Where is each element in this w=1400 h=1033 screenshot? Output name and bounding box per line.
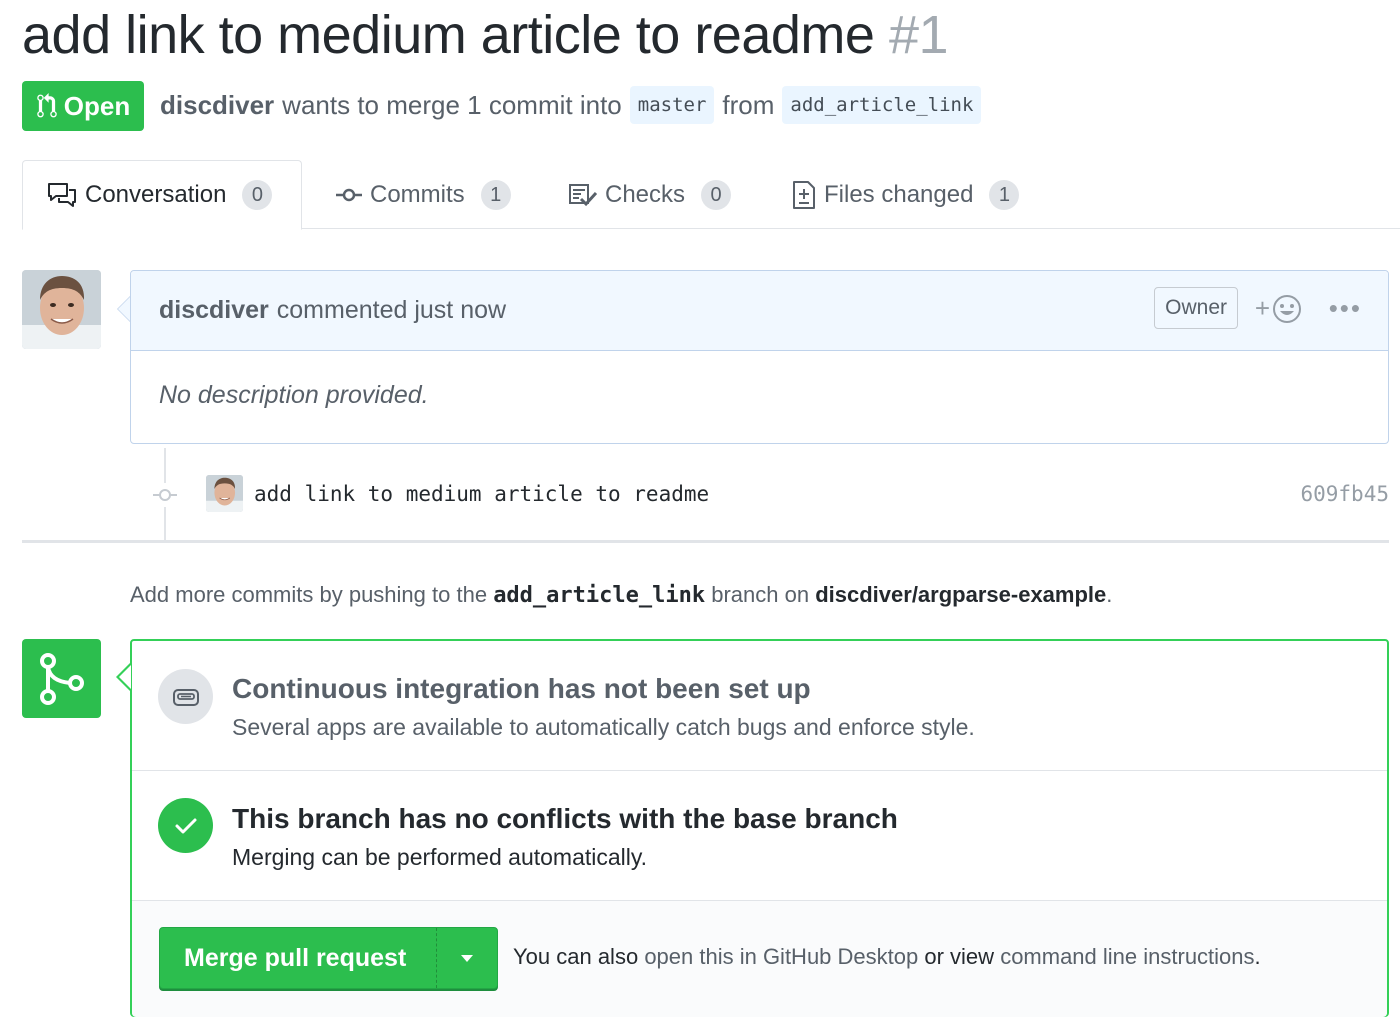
diff-icon (793, 181, 815, 209)
ci-section: Continuous integration has not been set … (132, 641, 1387, 771)
push-hint-suffix: . (1106, 582, 1113, 607)
comment-body: No description provided. (159, 381, 429, 409)
pr-from-text: from (722, 89, 775, 120)
merge-box: Continuous integration has not been set … (130, 639, 1389, 1017)
comment-header: discdiver commented just now Owner + ••• (131, 271, 1388, 351)
avatar-image (206, 475, 243, 512)
timeline-divider (22, 540, 1389, 543)
merge-alt-prefix: You can also (513, 944, 639, 969)
merge-alternatives: You can also open this in GitHub Desktop… (513, 944, 1261, 970)
open-in-desktop-link[interactable]: open this in GitHub Desktop (644, 944, 918, 969)
base-branch[interactable]: master (629, 86, 715, 124)
conflict-subtitle: Merging can be performed automatically. (232, 844, 648, 870)
push-hint-branch: add_article_link (493, 583, 706, 608)
commit-sha-link[interactable]: 609fb45 (1300, 482, 1389, 506)
integration-icon (158, 669, 213, 724)
more-options-button[interactable]: ••• (1329, 293, 1362, 324)
add-reaction-button[interactable]: + (1255, 293, 1302, 324)
smiley-icon (1273, 294, 1301, 323)
check-icon (158, 798, 213, 853)
commit-avatar[interactable] (206, 475, 243, 512)
avatar-image (22, 270, 101, 349)
status-badge-label: Open (63, 90, 131, 121)
tab-checks[interactable]: Checks 0 (569, 160, 732, 230)
avatar[interactable] (22, 270, 101, 349)
comment-timestamp[interactable]: commented just now (277, 296, 506, 325)
merge-alt-middle: or view (924, 944, 995, 969)
conflict-title: This branch has no conflicts with the ba… (232, 803, 898, 834)
tab-files-changed[interactable]: Files changed 1 (792, 160, 1020, 230)
push-hint: Add more commits by pushing to the add_a… (130, 582, 1112, 608)
pr-merge-text: wants to merge 1 commit into (282, 89, 622, 120)
command-line-instructions-link[interactable]: command line instructions (1000, 944, 1254, 969)
git-commit-icon (153, 483, 177, 507)
tab-conversation-label: Conversation (85, 181, 227, 208)
tab-checks-label: Checks (605, 181, 686, 208)
push-hint-repo: discdiver/argparse-example (815, 582, 1107, 607)
status-badge: Open (22, 81, 144, 131)
git-commit-icon (336, 188, 362, 202)
push-hint-prefix: Add more commits by pushing to the (130, 582, 488, 607)
pr-author-link[interactable]: discdiver (160, 90, 274, 121)
tab-checks-counter: 0 (701, 180, 732, 210)
tab-commits[interactable]: Commits 1 (336, 160, 511, 230)
owner-badge: Owner (1154, 287, 1238, 329)
merge-button-label: Merge pull request (184, 943, 407, 972)
ci-subtitle: Several apps are available to automatica… (232, 714, 975, 740)
merge-box-pointer (116, 663, 131, 691)
tab-commits-label: Commits (370, 181, 465, 208)
pr-title-text: add link to medium article to readme (22, 5, 875, 65)
tab-files-changed-counter: 1 (989, 180, 1020, 210)
pr-number: #1 (888, 5, 949, 65)
conflict-section: This branch has no conflicts with the ba… (132, 771, 1387, 901)
merge-pull-request-button[interactable]: Merge pull request (159, 927, 498, 989)
plus-label: + (1254, 293, 1270, 323)
checklist-icon (569, 184, 597, 207)
tab-conversation-counter: 0 (242, 180, 273, 210)
ci-title: Continuous integration has not been set … (232, 673, 811, 704)
git-merge-badge (22, 639, 101, 718)
git-merge-icon (39, 652, 84, 705)
comment-box: discdiver commented just now Owner + •••… (130, 270, 1389, 444)
tab-files-changed-label: Files changed (824, 181, 974, 208)
head-branch[interactable]: add_article_link (782, 86, 982, 124)
comment-pointer (117, 296, 130, 322)
tab-commits-counter: 1 (480, 180, 511, 210)
chevron-down-icon[interactable] (437, 955, 497, 962)
page-title: add link to medium article to readme #1 (22, 4, 949, 66)
git-pull-request-icon (37, 93, 57, 118)
push-hint-middle: branch on (711, 582, 810, 607)
commit-message-link[interactable]: add link to medium article to readme (254, 482, 709, 506)
comment-discussion-icon (48, 183, 76, 207)
comment-author-link[interactable]: discdiver (159, 296, 269, 325)
pr-meta: discdiver wants to merge 1 commit into m… (160, 86, 989, 124)
merge-action-section: Merge pull request You can also open thi… (132, 901, 1387, 1017)
merge-alt-suffix: . (1254, 944, 1261, 969)
tab-conversation[interactable]: Conversation 0 (22, 160, 302, 230)
